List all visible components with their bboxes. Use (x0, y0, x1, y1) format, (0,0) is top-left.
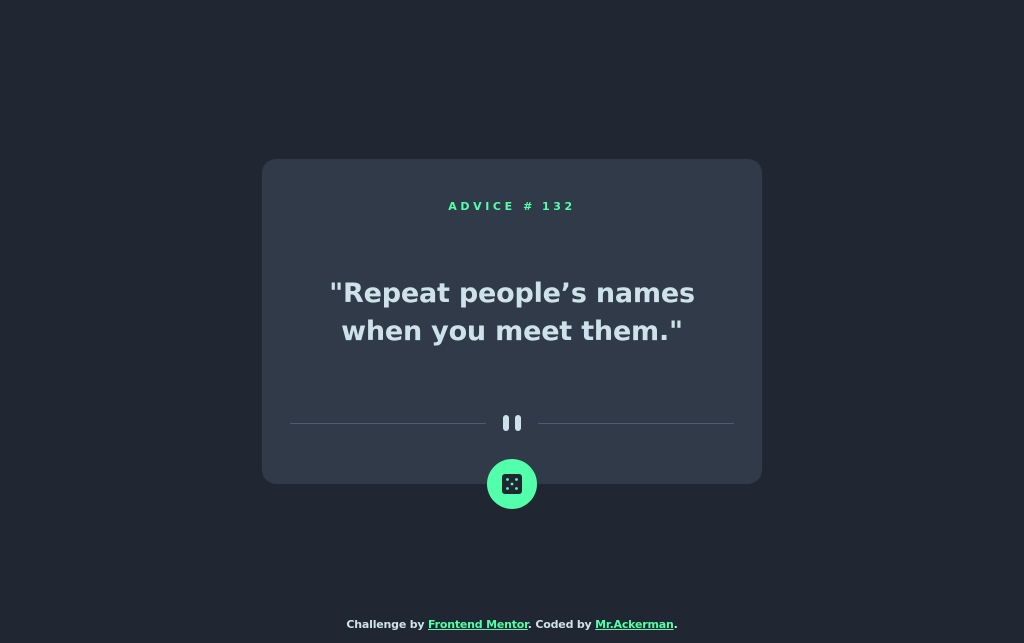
advice-prefix: ADVICE # (448, 200, 536, 213)
footer-middle: . Coded by (527, 618, 592, 631)
advice-heading: ADVICE # 132 (262, 200, 762, 213)
dice-icon (502, 474, 522, 494)
advice-card: ADVICE # 132 "Repeat people’s names when … (262, 159, 762, 509)
attribution-footer: Challenge by Frontend Mentor. Coded by M… (0, 618, 1024, 631)
new-advice-button[interactable] (487, 459, 537, 509)
pause-icon (502, 415, 522, 431)
author-link[interactable]: Mr.Ackerman (595, 618, 674, 631)
divider-line-right (538, 423, 734, 424)
frontend-mentor-link[interactable]: Frontend Mentor (428, 618, 528, 631)
footer-prefix: Challenge by (346, 618, 425, 631)
footer-suffix: . (673, 618, 678, 631)
page: ADVICE # 132 "Repeat people’s names when … (0, 0, 1024, 643)
divider-line-left (290, 423, 486, 424)
advice-quote: "Repeat people’s names when you meet the… (329, 278, 695, 347)
pattern-divider (290, 415, 734, 431)
advice-number: 132 (541, 200, 576, 213)
